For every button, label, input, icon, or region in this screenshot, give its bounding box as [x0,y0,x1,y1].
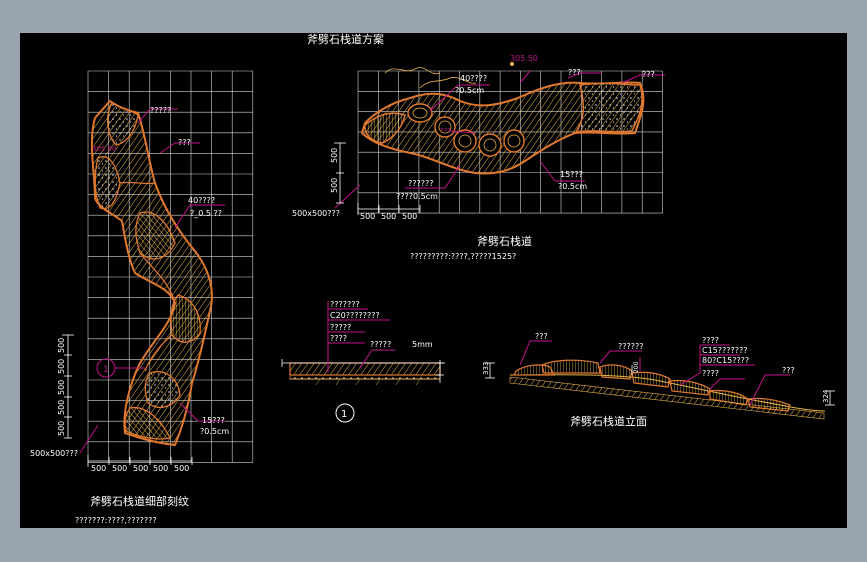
detail-dim-left-2: 500 [57,359,66,374]
plan-label-5b: ?0.5cm [558,182,587,191]
elevation-label-b: ?????? [618,342,643,351]
plan-title: 斧劈石栈道方案 [307,33,384,46]
detail-label-d2: ?0.5cm [200,427,229,436]
elevation-label-f: ???? [702,369,719,378]
elevation-label-e: 80?C15???? [702,356,749,365]
detail-dim-left-4: 500 [57,400,66,415]
plan-label-6b: ????0.5cm [396,192,438,201]
plan-label-1b: ?0.5cm [455,86,484,95]
elevation-label-g: ??? [782,366,795,375]
detail-grid-label: 500x500??? [30,449,78,458]
section-layer-2: C20???????? [330,311,380,320]
section-view: ??????? C20???????? ????? ???? ????? 5mm… [281,300,445,423]
detail-label-d: 15??? [202,416,225,425]
detail-label-a: ????? [150,106,171,115]
plan-label-5: 15??? [560,170,583,179]
detail-dim-bottom-5: 500 [174,464,189,473]
plan-dim-bottom-3: 500 [402,212,417,221]
detail-label-b: ??? [178,138,191,147]
plan-subtitle: 斧劈石栈道 [477,234,532,248]
plan-label-3: ??? [642,70,655,79]
elevation-dim-left: 333 [482,362,490,375]
section-layer-3: ????? [330,323,351,332]
plan-dim-left-2: 500 [330,178,339,193]
section-marker: 1 [341,409,347,420]
detail-label-c: 40???? [188,196,215,205]
detail-view: ????? ??? 40???? ?_0.5 ?? 305.50 15??? ?… [30,70,254,525]
section-dim: 5mm [412,340,433,349]
detail-dim-left-5: 500 [57,421,66,436]
plan-label-1: 40???? [460,74,487,83]
elevation-label-c: ???? [702,336,719,345]
cad-drawing-canvas: 305.50 40???? ?0.5cm ??? ??? ??? 15??? ?… [20,32,847,528]
detail-dim-bottom-1: 500 [91,464,106,473]
plan-label-2: ??? [568,68,581,77]
detail-dim-bottom-3: 500 [133,464,148,473]
detail-title: 斧劈石栈道细部刻纹 [90,494,189,508]
detail-dim-bottom-4: 500 [153,464,168,473]
elevation-dim-mid: 200 [633,361,640,373]
plan-coord-label: 305.50 [510,54,538,63]
section-label-right: ????? [370,340,391,349]
detail-note: ???????:????,??????? [75,516,157,525]
elevation-view: ??? ?????? ???? C15??????? 80?C15???? ??… [482,332,835,428]
detail-dim-left-1: 500 [57,338,66,353]
detail-coord-label: 305.50 [92,145,117,153]
plan-dim-left-1: 500 [330,148,339,163]
plan-label-6: ?????? [408,179,433,188]
elevation-label-a: ??? [535,332,548,341]
plan-grid-label: 500x500??? [292,209,340,218]
elevation-dim-right: 324 [822,389,830,403]
plan-dim-bottom-1: 500 [360,212,375,221]
plan-view: 305.50 40???? ?0.5cm ??? ??? ??? 15??? ?… [292,32,665,261]
cad-drawing: 305.50 40???? ?0.5cm ??? ??? ??? 15??? ?… [30,32,835,525]
plan-label-4: ??? [440,127,451,135]
plan-note: ?????????:????,?????1525? [410,252,516,261]
detail-dim-bottom-2: 500 [112,464,127,473]
detail-label-c2: ?_0.5 ?? [190,209,222,218]
section-layer-4: ???? [330,334,347,343]
detail-marker: 1 [103,365,109,375]
section-layer-1: ??????? [330,300,360,309]
detail-dim-left-3: 500 [57,380,66,395]
plan-dim-bottom-2: 500 [381,212,396,221]
elevation-label-d: C15??????? [702,346,748,355]
elevation-title: 斧劈石栈道立面 [570,414,647,428]
